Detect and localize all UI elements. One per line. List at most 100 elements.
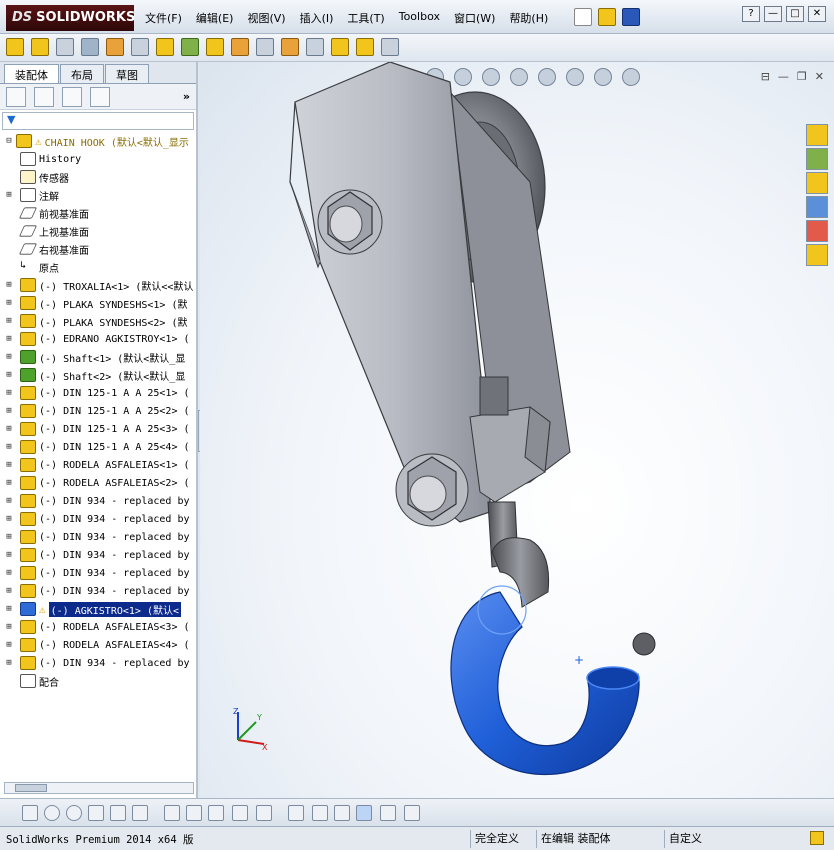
- expand-icon[interactable]: ⊞: [4, 604, 14, 614]
- save-icon[interactable]: [622, 8, 640, 26]
- tree-item[interactable]: ⊞ (-) DIN 934 - replaced by: [0, 492, 198, 510]
- expand-icon[interactable]: ⊞: [4, 658, 14, 668]
- offset-icon[interactable]: [186, 805, 202, 821]
- tree-item[interactable]: 传感器: [0, 168, 198, 186]
- tree-item[interactable]: 上视基准面: [0, 222, 198, 240]
- expand-icon[interactable]: ⊞: [4, 478, 14, 488]
- linear-pattern-icon[interactable]: [81, 38, 99, 56]
- tree-item[interactable]: ⊞ (-) DIN 934 - replaced by: [0, 582, 198, 600]
- configuration-manager-icon[interactable]: [62, 86, 82, 107]
- tree-item[interactable]: ⊞ (-) DIN 125-1 A A 25<4> (: [0, 438, 198, 456]
- polygon-icon[interactable]: [88, 805, 104, 821]
- display-manager-icon[interactable]: [90, 86, 110, 107]
- new-motion-study-icon[interactable]: [231, 38, 249, 56]
- scrollbar-thumb[interactable]: [15, 784, 47, 792]
- tree-item[interactable]: ⊞ (-) PLAKA SYNDESHS<2> (默: [0, 312, 198, 330]
- assembly-features-icon[interactable]: [181, 38, 199, 56]
- tree-item[interactable]: ⊞ (-) PLAKA SYNDESHS<1> (默: [0, 294, 198, 312]
- fillet-icon[interactable]: [208, 805, 224, 821]
- open-folder-icon[interactable]: [598, 8, 616, 26]
- shaded-icon[interactable]: [356, 805, 372, 821]
- circle-icon[interactable]: [44, 805, 60, 821]
- tab-sketch[interactable]: 草图: [105, 64, 149, 83]
- help-button[interactable]: ?: [742, 6, 760, 22]
- tree-item[interactable]: ⊞ (-) DIN 934 - replaced by: [0, 654, 198, 672]
- bill-of-materials-icon[interactable]: [256, 38, 274, 56]
- tree-item[interactable]: ⊞ ⚠ (-) AGKISTRO<1> (默认<: [0, 600, 198, 618]
- minimize-button[interactable]: —: [764, 6, 782, 22]
- graphics-area[interactable]: ⊟ — ❐ ✕ + Z Y X: [200, 62, 834, 798]
- menu-file[interactable]: 文件(F): [145, 10, 182, 26]
- new-document-icon[interactable]: [574, 8, 592, 26]
- tree-filter[interactable]: ▼: [2, 112, 194, 130]
- circle-center-icon[interactable]: [66, 805, 82, 821]
- expand-icon[interactable]: ⊞: [4, 586, 14, 596]
- tree-item[interactable]: ⊞ (-) RODELA ASFALEIAS<3> (: [0, 618, 198, 636]
- expand-icon[interactable]: ⊞: [4, 550, 14, 560]
- expand-icon[interactable]: ⊞: [4, 370, 14, 380]
- convert-entities-icon[interactable]: [256, 805, 272, 821]
- appearances-icon[interactable]: [806, 220, 828, 242]
- clearance-verification-icon[interactable]: [356, 38, 374, 56]
- explode-line-sketch-icon[interactable]: [306, 38, 324, 56]
- solidworks-resources-icon[interactable]: [806, 124, 828, 146]
- tree-item[interactable]: ⊞ (-) DIN 934 - replaced by: [0, 510, 198, 528]
- grid-icon[interactable]: [312, 805, 328, 821]
- horizontal-scrollbar[interactable]: [4, 782, 194, 794]
- tree-item[interactable]: ⊞ (-) DIN 125-1 A A 25<3> (: [0, 420, 198, 438]
- mate-icon[interactable]: [56, 38, 74, 56]
- chamfer-icon[interactable]: [232, 805, 248, 821]
- show-hidden-icon[interactable]: [156, 38, 174, 56]
- tree-item[interactable]: ⊞ (-) DIN 934 - replaced by: [0, 564, 198, 582]
- view-palette-icon[interactable]: [806, 196, 828, 218]
- point-icon[interactable]: [22, 805, 38, 821]
- interference-detection-icon[interactable]: [331, 38, 349, 56]
- menu-tools[interactable]: 工具(T): [347, 10, 384, 26]
- tree-item[interactable]: ⊞ (-) Shaft<2> (默认<默认_显: [0, 366, 198, 384]
- expand-icon[interactable]: ⊞: [4, 352, 14, 362]
- custom-properties-icon[interactable]: [806, 244, 828, 266]
- solidworks-logo[interactable]: DS SOLIDWORKS: [6, 5, 135, 31]
- tree-item[interactable]: 前视基准面: [0, 204, 198, 222]
- tree-item[interactable]: ↳ 原点: [0, 258, 198, 276]
- tree-item[interactable]: ⊞ (-) RODELA ASFALEIAS<4> (: [0, 636, 198, 654]
- more-tabs-icon[interactable]: »: [183, 90, 190, 103]
- menu-window[interactable]: 窗口(W): [454, 10, 495, 26]
- expand-icon[interactable]: ⊞: [4, 442, 14, 452]
- instant3d-icon[interactable]: [381, 38, 399, 56]
- reference-geometry-icon[interactable]: [206, 38, 224, 56]
- property-manager-icon[interactable]: [34, 86, 54, 107]
- tree-root[interactable]: ⊟ ⚠ CHAIN HOOK (默认<默认_显示: [0, 132, 198, 150]
- tree-item[interactable]: ⊞ (-) RODELA ASFALEIAS<2> (: [0, 474, 198, 492]
- chain-hook-model[interactable]: +: [200, 62, 834, 798]
- move-component-icon[interactable]: [131, 38, 149, 56]
- expand-icon[interactable]: ⊞: [4, 424, 14, 434]
- tab-assembly[interactable]: 装配体: [4, 64, 59, 83]
- expand-icon[interactable]: ⊞: [4, 568, 14, 578]
- tree-item[interactable]: ⊞ 注解: [0, 186, 198, 204]
- smart-fastener-icon[interactable]: [106, 38, 124, 56]
- tree-item[interactable]: History: [0, 150, 198, 168]
- expand-icon[interactable]: ⊞: [4, 622, 14, 632]
- tab-layout[interactable]: 布局: [60, 64, 104, 83]
- expand-icon[interactable]: ⊞: [4, 514, 14, 524]
- new-part-icon[interactable]: [31, 38, 49, 56]
- menu-edit[interactable]: 编辑(E): [196, 10, 234, 26]
- file-explorer-icon[interactable]: [806, 172, 828, 194]
- tree-item[interactable]: ⊞ (-) DIN 125-1 A A 25<2> (: [0, 402, 198, 420]
- expand-icon[interactable]: ⊞: [4, 316, 14, 326]
- tree-item[interactable]: ⊞ (-) Shaft<1> (默认<默认_显: [0, 348, 198, 366]
- expand-icon[interactable]: ⊞: [4, 298, 14, 308]
- collapse-icon[interactable]: ⊟: [4, 136, 14, 146]
- expand-icon[interactable]: ⊞: [4, 496, 14, 506]
- tree-item[interactable]: ⊞ (-) TROXALIA<1> (默认<<默认: [0, 276, 198, 294]
- quick-tips-icon[interactable]: [810, 831, 824, 845]
- expand-icon[interactable]: ⊞: [4, 532, 14, 542]
- menu-help[interactable]: 帮助(H): [509, 10, 548, 26]
- feature-tree-icon[interactable]: [6, 86, 26, 107]
- expand-icon[interactable]: ⊞: [4, 640, 14, 650]
- expand-icon[interactable]: ⊞: [4, 334, 14, 344]
- smart-dimension-icon[interactable]: [288, 805, 304, 821]
- expand-icon[interactable]: ⊞: [4, 388, 14, 398]
- expand-icon[interactable]: ⊞: [4, 460, 14, 470]
